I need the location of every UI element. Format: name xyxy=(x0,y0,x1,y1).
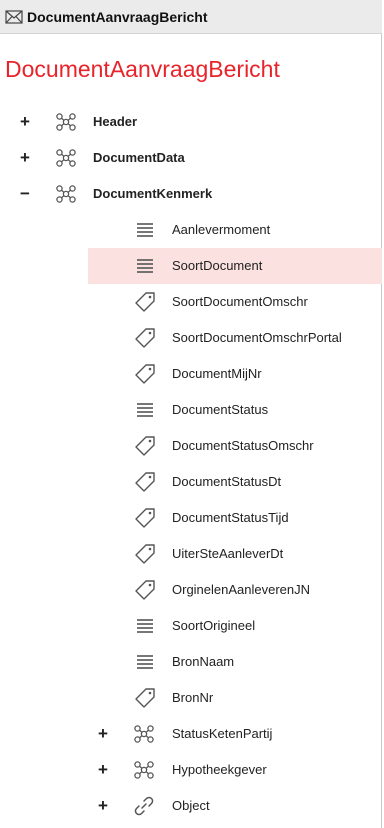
expand-toggle[interactable]: + xyxy=(96,725,110,742)
tree-item-label: DocumentStatusDt xyxy=(172,474,282,489)
tree-item-label: DocumentKenmerk xyxy=(93,186,213,201)
page-title: DocumentAanvraagBericht xyxy=(5,56,280,82)
tree-leaf-aanlevermoment[interactable]: Aanlevermoment xyxy=(0,212,382,248)
tree-item-label: OrginelenAanleverenJN xyxy=(172,582,311,597)
lines-icon xyxy=(134,255,156,277)
tree-leaf-documentstatusdt[interactable]: DocumentStatusDt xyxy=(0,464,382,500)
tree-leaf-uitersteaanleverdt[interactable]: UiterSteAanleverDt xyxy=(0,536,382,572)
lines-icon xyxy=(134,399,156,421)
lines-icon xyxy=(134,615,156,637)
tree-leaf-soortorigineel[interactable]: SoortOrigineel xyxy=(0,608,382,644)
tree-leaf-documentstatustijd[interactable]: DocumentStatusTijd xyxy=(0,500,382,536)
tree-leaf-documentstatusomschr[interactable]: DocumentStatusOmschr xyxy=(0,428,382,464)
tree-item-label: SoortOrigineel xyxy=(172,618,256,633)
expand-toggle[interactable]: + xyxy=(96,761,110,778)
tree-leaf-soortdocumentomschrportal[interactable]: SoortDocumentOmschrPortal xyxy=(0,320,382,356)
tree-item-label: DocumentStatusOmschr xyxy=(172,438,314,453)
tag-icon xyxy=(134,327,156,349)
tree-item-label: StatusKetenPartij xyxy=(172,726,273,741)
network-icon xyxy=(55,183,77,205)
tree-item-label: Aanlevermoment xyxy=(172,222,271,237)
expand-toggle[interactable]: + xyxy=(18,149,32,166)
tag-icon xyxy=(134,291,156,313)
tree-leaf-bronnaam[interactable]: BronNaam xyxy=(0,644,382,680)
tree-item-label: DocumentStatus xyxy=(172,402,269,417)
link-icon xyxy=(133,795,155,817)
network-icon xyxy=(55,147,77,169)
network-icon xyxy=(133,723,155,745)
network-icon xyxy=(133,759,155,781)
tree-leaf-bronnr[interactable]: BronNr xyxy=(0,680,382,716)
tree-leaf-documentstatus[interactable]: DocumentStatus xyxy=(0,392,382,428)
tree-item-label: UiterSteAanleverDt xyxy=(172,546,284,561)
tree-leaf-documentmijnr[interactable]: DocumentMijNr xyxy=(0,356,382,392)
tree-node-object[interactable]: + Object xyxy=(0,788,382,824)
tree-leaf-orginelenaanleverenjn[interactable]: OrginelenAanleverenJN xyxy=(0,572,382,608)
lines-icon xyxy=(134,219,156,241)
tree-item-label: SoortDocumentOmschr xyxy=(172,294,308,309)
tag-icon xyxy=(134,435,156,457)
tree-item-label: DocumentData xyxy=(93,150,185,165)
collapse-toggle[interactable]: − xyxy=(18,185,32,202)
tree-item-label: Hypotheekgever xyxy=(172,762,267,777)
tree-leaf-soortdocument[interactable]: SoortDocument xyxy=(0,248,382,284)
tree-item-label: DocumentStatusTijd xyxy=(172,510,289,525)
tree-item-label: BronNr xyxy=(172,690,214,705)
tree-node-statusketenpartij[interactable]: + StatusKetenPartij xyxy=(0,716,382,752)
lines-icon xyxy=(134,651,156,673)
expand-toggle[interactable]: + xyxy=(96,797,110,814)
window-title: DocumentAanvraagBericht xyxy=(27,8,208,25)
tree-leaf-soortdocumentomschr[interactable]: SoortDocumentOmschr xyxy=(0,284,382,320)
tree-item-label: Header xyxy=(93,114,138,129)
tree-node-documentkenmerk[interactable]: − DocumentKenmerk xyxy=(0,176,382,212)
tree-node-documentdata[interactable]: + DocumentData xyxy=(0,140,382,176)
tag-icon xyxy=(134,471,156,493)
expand-toggle[interactable]: + xyxy=(18,113,32,130)
envelope-icon xyxy=(5,9,23,24)
tag-icon xyxy=(134,507,156,529)
tag-icon xyxy=(134,687,156,709)
tree-item-label: BronNaam xyxy=(172,654,235,669)
tree-item-label: SoortDocumentOmschrPortal xyxy=(172,330,342,345)
tree-node-hypotheekgever[interactable]: + Hypotheekgever xyxy=(0,752,382,788)
window-titlebar: DocumentAanvraagBericht xyxy=(0,0,382,34)
tree-item-label: DocumentMijNr xyxy=(172,366,262,381)
tree-item-label: Object xyxy=(172,798,210,813)
network-icon xyxy=(55,111,77,133)
tag-icon xyxy=(134,579,156,601)
tag-icon xyxy=(134,363,156,385)
tree-node-header[interactable]: + Header xyxy=(0,104,382,140)
tree-item-label: SoortDocument xyxy=(172,258,263,273)
tag-icon xyxy=(134,543,156,565)
